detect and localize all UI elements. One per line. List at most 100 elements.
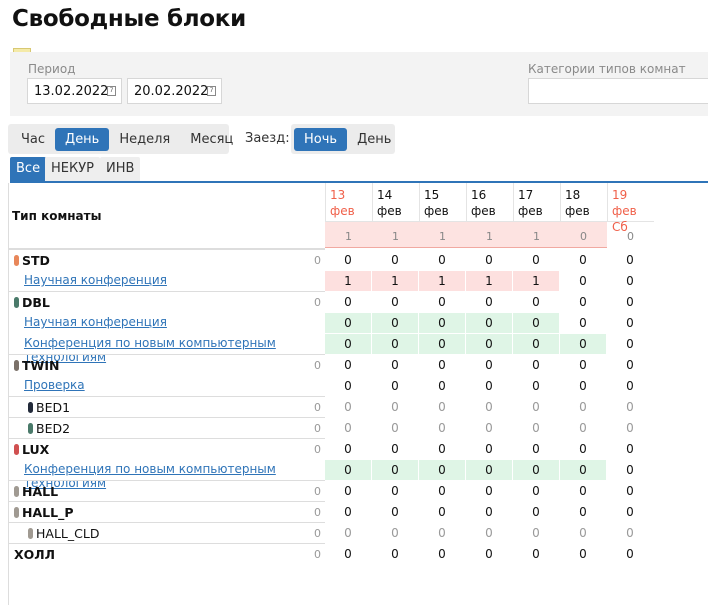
- availability-cell[interactable]: 0: [560, 544, 606, 564]
- block-link[interactable]: Научная конференция: [24, 273, 167, 287]
- availability-cell[interactable]: 0: [607, 397, 653, 417]
- availability-cell[interactable]: 0: [607, 544, 653, 564]
- tab-nonsmoking[interactable]: НЕКУР: [45, 157, 100, 181]
- availability-cell[interactable]: 1: [466, 271, 512, 291]
- scale-day-button[interactable]: День: [55, 127, 110, 151]
- availability-cell[interactable]: 0: [513, 292, 559, 312]
- availability-cell[interactable]: 0: [466, 439, 512, 459]
- availability-cell[interactable]: 0: [419, 376, 465, 396]
- calendar-icon[interactable]: 7: [207, 86, 216, 96]
- availability-cell[interactable]: 0: [466, 481, 512, 501]
- block-link[interactable]: Проверка: [24, 378, 85, 392]
- availability-cell[interactable]: 0: [372, 355, 418, 375]
- tab-all[interactable]: Все: [10, 157, 47, 181]
- availability-cell[interactable]: 0: [560, 397, 606, 417]
- availability-cell[interactable]: 0: [419, 355, 465, 375]
- availability-cell[interactable]: 0: [466, 250, 512, 270]
- availability-cell[interactable]: 0: [419, 439, 465, 459]
- availability-cell[interactable]: 0: [419, 418, 465, 438]
- availability-cell[interactable]: 0: [513, 523, 559, 543]
- availability-cell[interactable]: 0: [325, 250, 371, 270]
- availability-cell[interactable]: 0: [560, 313, 606, 333]
- block-link[interactable]: Научная конференция: [24, 315, 167, 329]
- availability-cell[interactable]: 0: [560, 523, 606, 543]
- availability-cell[interactable]: 0: [372, 481, 418, 501]
- availability-cell[interactable]: 0: [419, 523, 465, 543]
- availability-cell[interactable]: 0: [513, 502, 559, 522]
- availability-cell[interactable]: 1: [372, 271, 418, 291]
- tab-disabled[interactable]: ИНВ: [100, 157, 141, 181]
- scale-week-button[interactable]: Неделя: [109, 128, 180, 151]
- availability-cell[interactable]: 0: [560, 334, 606, 354]
- availability-cell[interactable]: 0: [607, 313, 653, 333]
- availability-cell[interactable]: 0: [466, 544, 512, 564]
- availability-cell[interactable]: 0: [560, 502, 606, 522]
- availability-cell[interactable]: 0: [372, 376, 418, 396]
- availability-cell[interactable]: 0: [560, 481, 606, 501]
- availability-cell[interactable]: 0: [560, 292, 606, 312]
- checkin-night-button[interactable]: Ночь: [294, 127, 348, 151]
- availability-cell[interactable]: 0: [513, 376, 559, 396]
- date-to-input[interactable]: 20.02.2022 7: [127, 78, 222, 104]
- availability-cell[interactable]: 0: [419, 502, 465, 522]
- availability-cell[interactable]: 0: [419, 544, 465, 564]
- availability-cell[interactable]: 0: [372, 292, 418, 312]
- availability-cell[interactable]: 0: [372, 460, 418, 480]
- categories-select[interactable]: [528, 78, 708, 104]
- availability-cell[interactable]: 0: [607, 292, 653, 312]
- availability-cell[interactable]: 0: [372, 334, 418, 354]
- availability-cell[interactable]: 1: [325, 271, 371, 291]
- date-from-input[interactable]: 13.02.2022 7: [27, 78, 122, 104]
- availability-cell[interactable]: 0: [607, 334, 653, 354]
- availability-cell[interactable]: 0: [513, 544, 559, 564]
- availability-cell[interactable]: 0: [560, 271, 606, 291]
- availability-cell[interactable]: 0: [325, 544, 371, 564]
- availability-cell[interactable]: 0: [419, 313, 465, 333]
- scale-month-button[interactable]: Месяц: [180, 128, 243, 151]
- availability-cell[interactable]: 0: [325, 439, 371, 459]
- availability-cell[interactable]: 0: [325, 418, 371, 438]
- availability-cell[interactable]: 0: [325, 397, 371, 417]
- availability-cell[interactable]: 0: [419, 460, 465, 480]
- availability-cell[interactable]: 0: [466, 355, 512, 375]
- availability-cell[interactable]: 1: [513, 271, 559, 291]
- availability-cell[interactable]: 0: [560, 250, 606, 270]
- checkin-day-button[interactable]: День: [347, 128, 401, 151]
- availability-cell[interactable]: 0: [419, 397, 465, 417]
- availability-cell[interactable]: 0: [466, 418, 512, 438]
- availability-cell[interactable]: 0: [607, 355, 653, 375]
- availability-cell[interactable]: 0: [325, 355, 371, 375]
- availability-cell[interactable]: 0: [325, 481, 371, 501]
- availability-cell[interactable]: 0: [325, 292, 371, 312]
- availability-cell[interactable]: 0: [372, 313, 418, 333]
- availability-cell[interactable]: 0: [372, 502, 418, 522]
- availability-cell[interactable]: 0: [607, 439, 653, 459]
- availability-cell[interactable]: 0: [607, 250, 653, 270]
- availability-cell[interactable]: 0: [466, 502, 512, 522]
- availability-cell[interactable]: 0: [560, 460, 606, 480]
- availability-cell[interactable]: 0: [372, 544, 418, 564]
- availability-cell[interactable]: 0: [325, 523, 371, 543]
- availability-cell[interactable]: 0: [607, 271, 653, 291]
- availability-cell[interactable]: 0: [513, 418, 559, 438]
- availability-cell[interactable]: 0: [513, 334, 559, 354]
- availability-cell[interactable]: 0: [466, 313, 512, 333]
- availability-cell[interactable]: 0: [513, 460, 559, 480]
- availability-cell[interactable]: 0: [607, 418, 653, 438]
- availability-cell[interactable]: 0: [513, 397, 559, 417]
- availability-cell[interactable]: 0: [419, 292, 465, 312]
- availability-cell[interactable]: 0: [560, 418, 606, 438]
- availability-cell[interactable]: 0: [607, 460, 653, 480]
- availability-cell[interactable]: 0: [325, 502, 371, 522]
- availability-cell[interactable]: 0: [372, 439, 418, 459]
- availability-cell[interactable]: 0: [466, 397, 512, 417]
- availability-cell[interactable]: 0: [466, 334, 512, 354]
- availability-cell[interactable]: 0: [513, 439, 559, 459]
- availability-cell[interactable]: 0: [513, 355, 559, 375]
- availability-cell[interactable]: 0: [560, 355, 606, 375]
- availability-cell[interactable]: 0: [419, 481, 465, 501]
- availability-cell[interactable]: 0: [325, 460, 371, 480]
- availability-cell[interactable]: 0: [419, 250, 465, 270]
- availability-cell[interactable]: 1: [419, 271, 465, 291]
- availability-cell[interactable]: 0: [372, 523, 418, 543]
